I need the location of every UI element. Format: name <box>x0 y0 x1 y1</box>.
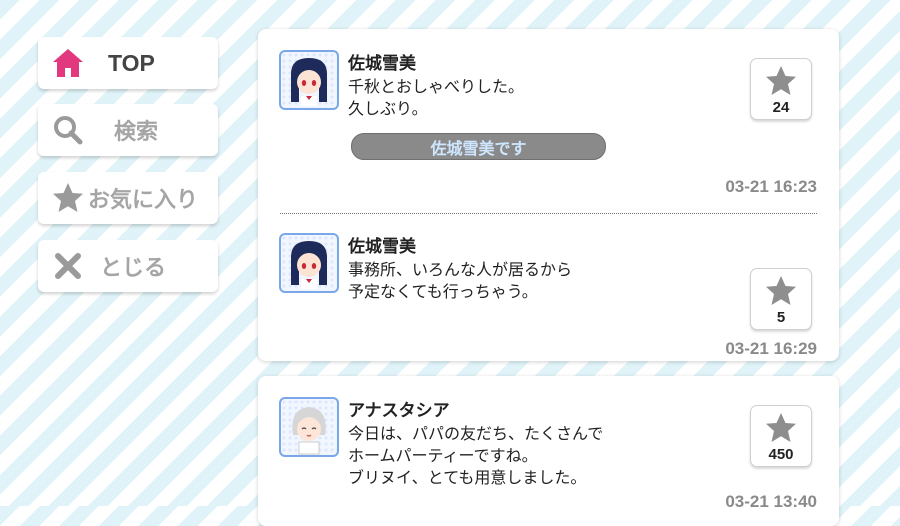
nav-top-label: TOP <box>108 49 155 76</box>
post-panel: 佐城雪美 千秋とおしゃべりした。 久しぶり。 24 佐城雪美です 03-21 1… <box>258 29 839 361</box>
nav-favorites-button[interactable]: お気に入り <box>38 172 218 224</box>
home-icon <box>50 45 86 81</box>
post-message: 今日は、パパの友だち、たくさんで ホームパーティーですね。 ブリヌイ、とても用意… <box>348 424 604 487</box>
nav-top-button[interactable]: TOP <box>38 37 218 89</box>
post-message: 千秋とおしゃべりした。 久しぶり。 <box>348 77 525 118</box>
post-author[interactable]: アナスタシア <box>348 396 450 421</box>
nav-search-button[interactable]: 検索 <box>38 104 218 156</box>
like-count: 24 <box>772 99 790 116</box>
reply-link[interactable]: 佐城雪美です <box>351 133 606 160</box>
nav-close-label: とじる <box>100 256 167 281</box>
like-count: 450 <box>768 446 794 463</box>
post-panel: アナスタシア 今日は、パパの友だち、たくさんで ホームパーティーですね。 ブリヌ… <box>258 376 839 526</box>
post-author[interactable]: 佐城雪美 <box>348 232 416 257</box>
post-message: 事務所、いろんな人が居るから 予定なくても行っちゃう。 <box>348 260 573 301</box>
like-count: 5 <box>776 309 786 326</box>
nav-close-button[interactable]: とじる <box>38 240 218 292</box>
star-icon <box>50 180 86 216</box>
post-divider <box>280 213 817 214</box>
avatar[interactable] <box>279 233 339 293</box>
like-button[interactable]: 5 <box>750 268 812 330</box>
nav-search-label: 検索 <box>114 120 159 145</box>
post-author[interactable]: 佐城雪美 <box>348 49 416 74</box>
post-timestamp: 03-21 13:40 <box>725 492 817 511</box>
like-button[interactable]: 24 <box>750 58 812 120</box>
search-icon <box>50 112 86 148</box>
post-timestamp: 03-21 16:29 <box>725 339 817 358</box>
close-icon <box>50 248 86 284</box>
like-button[interactable]: 450 <box>750 405 812 467</box>
avatar[interactable] <box>279 397 339 457</box>
avatar[interactable] <box>279 50 339 110</box>
nav-favorites-label: お気に入り <box>88 188 199 213</box>
post-timestamp: 03-21 16:23 <box>725 177 817 196</box>
